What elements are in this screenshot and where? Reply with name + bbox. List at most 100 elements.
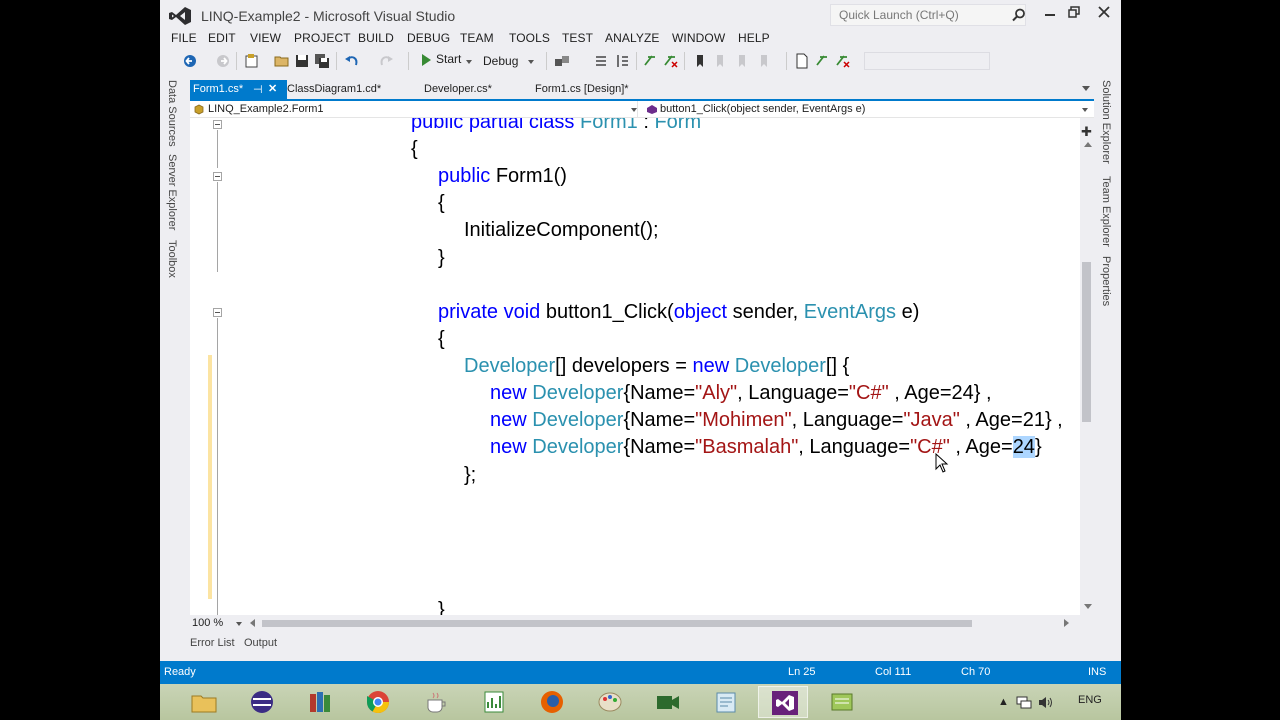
properties-tab[interactable]: Properties (1100, 256, 1112, 306)
search-icon[interactable] (1012, 8, 1026, 22)
collapse-constructor-icon[interactable] (213, 172, 222, 181)
tab-form1-cs[interactable]: Form1.cs* ⊣ ✕ (190, 80, 287, 100)
taskbar-video-app[interactable] (642, 686, 692, 718)
comment-icon[interactable] (642, 53, 658, 69)
vertical-scroll-thumb[interactable] (1082, 262, 1091, 422)
menu-window[interactable]: WINDOW (672, 31, 725, 45)
server-explorer-tab[interactable]: Server Explorer (166, 154, 178, 230)
close-tab-icon[interactable]: ✕ (268, 82, 277, 95)
step-into-icon[interactable] (594, 53, 610, 69)
solution-explorer-tab[interactable]: Solution Explorer (1100, 80, 1112, 164)
tray-expand-icon[interactable]: ▲ (998, 696, 1009, 708)
taskbar-spreadsheet-app[interactable] (468, 686, 518, 718)
error-list-tab[interactable]: Error List (190, 637, 235, 649)
input-language[interactable]: ENG (1078, 694, 1102, 706)
code-line-init: InitializeComponent(); (464, 219, 659, 241)
menu-project[interactable]: PROJECT (294, 31, 351, 45)
output-tab[interactable]: Output (244, 637, 277, 649)
taskbar-firefox[interactable] (526, 686, 576, 718)
type-scope-dropdown[interactable]: LINQ_Example2.Form1 (190, 101, 638, 118)
split-editor-icon[interactable]: ✚ (1081, 124, 1092, 140)
toolbox-tab[interactable]: Toolbox (166, 240, 178, 278)
scroll-up-icon[interactable] (1084, 142, 1092, 147)
team-explorer-tab[interactable]: Team Explorer (1100, 176, 1112, 247)
tab-form1-design[interactable]: Form1.cs [Design]* (532, 80, 662, 100)
zoom-caret-icon[interactable] (236, 622, 242, 626)
member-scope-dropdown[interactable]: button1_Click(object sender, EventArgs e… (642, 101, 1094, 118)
save-icon[interactable] (294, 53, 310, 69)
navigate-back-icon[interactable] (182, 53, 198, 69)
window-title: LINQ-Example2 - Microsoft Visual Studio (201, 8, 456, 24)
menu-edit[interactable]: EDIT (208, 31, 236, 45)
menu-debug[interactable]: DEBUG (407, 31, 450, 45)
find-in-files-icon[interactable] (554, 53, 570, 69)
data-sources-tab[interactable]: Data Sources (166, 80, 178, 147)
uncomment-icon[interactable] (662, 53, 678, 69)
unsaved-changes-margin (208, 355, 212, 599)
redo-icon[interactable] (378, 53, 394, 69)
close-button[interactable] (1094, 5, 1114, 23)
menu-help[interactable]: HELP (738, 31, 770, 45)
start-debugging-button[interactable]: Start (418, 52, 461, 70)
undo-icon[interactable] (344, 53, 360, 69)
taskbar-green-app[interactable] (816, 686, 866, 718)
left-tool-strip: Data Sources Server Explorer Toolbox (160, 74, 186, 634)
taskbar-paint[interactable] (584, 686, 634, 718)
next-bookmark-icon[interactable] (734, 53, 750, 69)
editor-horizontal-scrollbar[interactable]: 100 % (190, 615, 1094, 633)
menu-analyze[interactable]: ANALYZE (605, 31, 660, 45)
document-tab-strip: Form1.cs* ⊣ ✕ ClassDiagram1.cd* Develope… (190, 80, 1094, 100)
navigation-bar: LINQ_Example2.Form1 button1_Click(object… (190, 101, 1094, 118)
close-icon (1098, 6, 1110, 18)
horizontal-scroll-thumb[interactable] (262, 620, 972, 627)
minimize-button[interactable] (1040, 5, 1060, 23)
tab-classdiagram1-cd[interactable]: ClassDiagram1.cd* (284, 80, 404, 100)
clear-bookmarks-icon[interactable] (756, 53, 772, 69)
scroll-down-icon[interactable] (1084, 604, 1092, 609)
scroll-left-icon[interactable] (250, 619, 255, 627)
open-file-icon[interactable] (274, 53, 290, 69)
tab-overflow-chevron-icon[interactable] (1082, 86, 1090, 91)
step-over-icon[interactable] (614, 53, 630, 69)
restore-button[interactable] (1064, 5, 1084, 23)
taskbar-file-explorer[interactable] (178, 686, 228, 718)
save-all-icon[interactable] (314, 53, 330, 69)
taskbar-java-app[interactable] (410, 686, 460, 718)
menu-tools[interactable]: TOOLS (509, 31, 550, 45)
editor-gutter (190, 118, 238, 615)
code-line-method-open: { (438, 328, 445, 350)
menu-file[interactable]: FILE (171, 31, 197, 45)
menu-test[interactable]: TEST (562, 31, 593, 45)
code-line-developer-1: new Developer{Name="Aly", Language="C#" … (490, 382, 992, 404)
taskbar-books-app[interactable] (294, 686, 344, 718)
new-document-icon[interactable] (794, 53, 810, 69)
taskbar-visual-studio[interactable] (758, 686, 808, 718)
scroll-right-icon[interactable] (1064, 619, 1069, 627)
new-project-icon[interactable] (244, 53, 260, 69)
bookmark-icon[interactable] (692, 53, 708, 69)
previous-bookmark-icon[interactable] (712, 53, 728, 69)
menu-build[interactable]: BUILD (358, 31, 394, 45)
status-insert-mode: INS (1088, 666, 1107, 678)
navigate-forward-icon[interactable] (215, 53, 231, 69)
collapse-class-icon[interactable] (213, 120, 222, 129)
menu-team[interactable]: TEAM (460, 31, 494, 45)
network-icon[interactable] (1016, 696, 1032, 709)
type-scope-value: LINQ_Example2.Form1 (208, 103, 324, 115)
code-editor[interactable]: public partial class Form1 : Form { publ… (190, 118, 1080, 615)
volume-icon[interactable] (1038, 696, 1054, 709)
tab-developer-cs[interactable]: Developer.cs* (421, 80, 521, 100)
solution-configuration-dropdown[interactable]: Debug (478, 52, 538, 70)
menu-view[interactable]: VIEW (250, 31, 281, 45)
method-icon (647, 105, 657, 114)
taskbar-notes-app[interactable] (700, 686, 750, 718)
taskbar-eclipse[interactable] (236, 686, 286, 718)
taskbar-chrome[interactable] (352, 686, 402, 718)
tab-label: Form1.cs* (193, 83, 244, 95)
pin-icon[interactable]: ⊣ (253, 83, 263, 96)
mouse-pointer-icon (935, 453, 949, 473)
quick-launch-input[interactable]: Quick Launch (Ctrl+Q) (830, 4, 1026, 26)
comment-selection-icon[interactable] (814, 53, 830, 69)
collapse-method-icon[interactable] (213, 308, 222, 317)
uncomment-selection-icon[interactable] (834, 53, 850, 69)
